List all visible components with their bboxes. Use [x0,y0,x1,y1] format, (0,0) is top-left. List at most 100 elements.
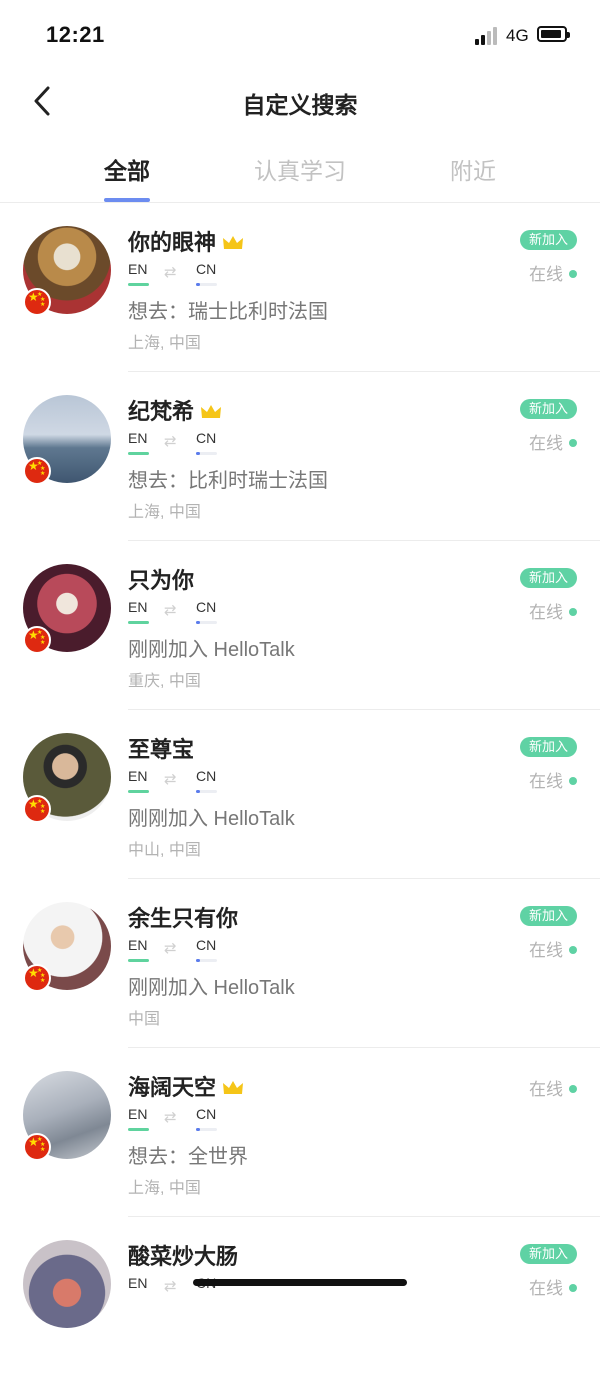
user-tagline: 刚刚加入 HelloTalk [128,639,295,661]
china-flag-icon: ★ ★ ★ ★ [23,964,51,992]
tab-serious-learning[interactable]: 认真学习 [230,152,370,186]
new-user-badge: 新加入 [519,1244,577,1264]
avatar[interactable]: ★ ★ ★ ★ [23,395,111,485]
page-title: 自定义搜索 [242,92,358,118]
native-language: EN [128,937,148,953]
list-item[interactable]: ★ ★ ★ ★ 至尊宝 EN ⇄ CN 刚刚加入 HelloTalk 中山, 中国 新… [0,710,600,879]
language-pair: EN ⇄ CN [128,430,238,455]
user-tagline: 想去：比利时瑞士法国 [128,470,328,492]
list-item[interactable]: ★ ★ ★ ★ 纪梵希 EN ⇄ CN 想去：比利时瑞士法国 上海, 中国 新加入 在… [0,372,600,541]
crown-icon [201,405,222,418]
language-pair: EN ⇄ CN [128,261,238,286]
list-item[interactable]: ★ ★ ★ ★ 海阔天空 EN ⇄ CN 想去：全世界 上海, 中国 在线 [0,1048,600,1217]
new-user-badge: 新加入 [519,737,577,757]
status-bar: 12:21 4G [0,0,600,70]
learning-language: CN [196,261,217,277]
swap-arrows-icon: ⇄ [164,940,177,957]
swap-arrows-icon: ⇄ [164,1109,177,1126]
native-language: EN [128,768,148,784]
native-level-bar [128,283,149,286]
swap-arrows-icon: ⇄ [164,771,177,788]
user-tagline: 刚刚加入 HelloTalk [128,977,295,999]
online-dot-icon [569,270,577,278]
new-user-badge: 新加入 [519,399,577,419]
language-pair: EN ⇄ CN [128,768,238,793]
avatar[interactable] [23,1240,111,1328]
user-tagline: 想去：瑞士比利时法国 [128,301,328,323]
native-level-bar [128,452,149,455]
native-level-bar [128,959,149,962]
online-status-label: 在线 [529,434,563,453]
online-dot-icon [569,608,577,616]
online-status-label: 在线 [529,265,563,284]
learning-level-bar [196,790,217,793]
swap-arrows-icon: ⇄ [164,264,177,281]
avatar[interactable]: ★ ★ ★ ★ [23,564,111,654]
native-language: EN [128,1106,148,1122]
user-location: 上海, 中国 [128,335,201,352]
online-dot-icon [569,439,577,447]
user-tagline: 刚刚加入 HelloTalk [128,808,295,830]
language-pair: EN ⇄ CN [128,1106,238,1131]
learning-language: CN [196,768,217,784]
native-language: EN [128,1275,148,1291]
new-user-badge: 新加入 [519,230,577,250]
online-status-label: 在线 [529,1279,563,1298]
online-dot-icon [569,777,577,785]
native-level-bar [128,621,149,624]
learning-level-bar [196,452,217,455]
list-item[interactable]: ★ ★ ★ ★ 余生只有你 EN ⇄ CN 刚刚加入 HelloTalk 中国 新加入… [0,879,600,1048]
learning-level-bar [196,621,217,624]
user-name: 纪梵希 [128,399,195,424]
user-name-wrap: 只为你 [128,563,194,595]
learning-language: CN [196,1106,217,1122]
crown-icon [223,1081,244,1094]
online-dot-icon [569,1284,577,1292]
battery-icon [537,26,570,42]
online-dot-icon [569,946,577,954]
network-label: 4G [506,26,529,45]
user-location: 上海, 中国 [128,1180,201,1197]
user-location: 中国 [128,1011,161,1028]
native-language: EN [128,599,148,615]
learning-level-bar [196,283,217,286]
nav-bar: 自定义搜索 [0,70,600,132]
native-language: EN [128,261,148,277]
online-status-label: 在线 [529,772,563,791]
tab-bar: 全部 认真学习 附近 [0,140,600,203]
list-item[interactable]: ★ ★ ★ ★ 你的眼神 EN ⇄ CN 想去：瑞士比利时法国 上海, 中国 新加入 … [0,203,600,372]
online-status-label: 在线 [529,941,563,960]
user-name: 海阔天空 [128,1075,217,1100]
home-indicator[interactable] [193,1279,407,1286]
list-item[interactable]: 酸菜炒大肠 EN ⇄ CN 新加入 在线 [0,1217,600,1386]
online-status: 在线 [529,1075,577,1100]
china-flag-icon: ★ ★ ★ ★ [23,795,51,823]
new-user-badge: 新加入 [519,568,577,588]
user-name: 至尊宝 [128,737,195,762]
online-status: 在线 [529,429,577,454]
user-name-wrap: 酸菜炒大肠 [128,1239,238,1271]
user-name: 你的眼神 [128,230,217,255]
native-language: EN [128,430,148,446]
tab-all[interactable]: 全部 [57,152,197,186]
user-name-wrap: 纪梵希 [128,394,222,426]
user-name: 只为你 [128,568,195,593]
list-item[interactable]: ★ ★ ★ ★ 只为你 EN ⇄ CN 刚刚加入 HelloTalk 重庆, 中国 新… [0,541,600,710]
learning-language: CN [196,599,217,615]
user-name: 酸菜炒大肠 [128,1244,239,1269]
swap-arrows-icon: ⇄ [164,1278,177,1295]
user-location: 中山, 中国 [128,842,201,859]
avatar[interactable]: ★ ★ ★ ★ [23,733,111,823]
avatar[interactable]: ★ ★ ★ ★ [23,226,111,316]
language-pair: EN ⇄ CN [128,937,238,962]
user-location: 上海, 中国 [128,504,201,521]
online-status-label: 在线 [529,1080,563,1099]
avatar[interactable]: ★ ★ ★ ★ [23,902,111,992]
native-level-bar [128,1128,149,1131]
tab-nearby[interactable]: 附近 [403,152,543,186]
new-user-badge: 新加入 [519,906,577,926]
learning-language: CN [196,937,217,953]
avatar[interactable]: ★ ★ ★ ★ [23,1071,111,1161]
user-name-wrap: 至尊宝 [128,732,194,764]
online-status: 在线 [529,767,577,792]
